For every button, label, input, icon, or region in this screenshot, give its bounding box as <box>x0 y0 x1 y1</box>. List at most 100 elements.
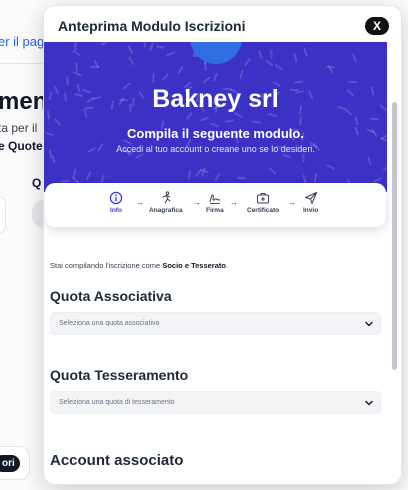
hero-pattern-dash <box>142 42 147 48</box>
info-icon <box>109 191 123 205</box>
hero-pattern-dash <box>187 170 192 180</box>
hero-pattern-dash <box>303 47 308 57</box>
hero-pattern-dash <box>236 176 247 180</box>
hero-pattern-dash <box>212 72 219 82</box>
modal-title: Anteprima Modulo Iscrizioni <box>58 18 246 34</box>
hero-pattern-dash <box>352 53 357 63</box>
compiling-prefix: Stai compilando l'iscrizione come <box>50 261 163 270</box>
hero-pattern-dash <box>72 49 81 57</box>
hero-pattern-dash <box>74 42 77 51</box>
hero-pattern-dash <box>265 59 274 67</box>
background-input[interactable] <box>0 197 6 233</box>
compiling-suffix: . <box>225 261 229 270</box>
hero-pattern-dash <box>51 154 56 164</box>
scrollbar-thumb[interactable] <box>392 102 397 370</box>
hero-pattern-dash <box>75 62 78 72</box>
steps-card: Info → Anagrafica → Firma → Certificato … <box>45 183 386 227</box>
quota-associativa-title: Quota Associativa <box>50 288 172 304</box>
medical-case-icon <box>257 193 270 204</box>
hero-pattern-dash <box>243 57 252 67</box>
hero-pattern-dash <box>152 73 155 83</box>
hero-pattern-dash <box>258 50 263 60</box>
step-label: Certificato <box>247 207 280 214</box>
hero-pattern-dash <box>239 69 244 79</box>
hero-pattern-dash <box>326 164 335 170</box>
close-button[interactable]: X <box>365 17 389 35</box>
select-placeholder: Seleziona una quota associativa <box>59 320 160 327</box>
arrow-right-icon: → <box>230 198 238 207</box>
modal-scroll-area[interactable]: Bakney srl Compila il seguente modulo. A… <box>44 42 401 484</box>
hero-pattern-dash <box>224 119 235 123</box>
hero-pattern-dash <box>149 42 154 52</box>
arrow-right-icon: → <box>288 198 296 207</box>
hero-pattern-dash <box>347 80 358 84</box>
modal-header: Anteprima Modulo Iscrizioni X <box>44 6 401 42</box>
hero-pattern-dash <box>373 177 382 183</box>
hero-pattern-dash <box>382 164 387 172</box>
hero-pattern-dash <box>214 172 221 182</box>
arrow-right-icon: → <box>193 198 201 207</box>
hero-pattern-dash <box>100 42 109 47</box>
step-label: Anagrafica <box>149 207 183 214</box>
background-label: Q <box>32 176 42 190</box>
hero-pattern-dash <box>177 65 184 75</box>
signature-icon <box>209 194 220 204</box>
hero-pattern-dash <box>202 76 211 84</box>
hero-pattern-dash <box>369 117 380 121</box>
company-name: Bakney srl <box>152 85 279 113</box>
hero-pattern-dash <box>281 153 292 159</box>
background-text-bold: e Quote <box>0 139 43 153</box>
chevron-down-icon <box>365 400 373 406</box>
step-label: Info <box>110 207 122 214</box>
hero-pattern-dash <box>127 45 134 55</box>
hero-pattern-dash <box>90 66 99 68</box>
hero-note: Accedi al tuo account o creane uno se lo… <box>116 144 315 154</box>
arrow-right-icon: → <box>136 198 144 207</box>
background-link[interactable]: er il pag <box>0 34 44 49</box>
hero-pattern-dash <box>251 120 262 124</box>
hero-pattern-dash <box>268 167 277 175</box>
hero-pattern-dash <box>270 49 273 59</box>
hero-banner: Bakney srl Compila il seguente modulo. A… <box>44 42 387 192</box>
hero-pattern-dash <box>161 72 170 82</box>
chevron-down-icon <box>365 321 373 327</box>
step-label: Firma <box>206 207 224 214</box>
hero-pattern-dash <box>72 71 83 77</box>
hero-subtitle: Compila il seguente modulo. <box>127 126 304 141</box>
step-label: Invio <box>303 207 319 214</box>
hero-pattern-dash <box>128 56 135 66</box>
step-firma[interactable]: Firma <box>206 191 224 214</box>
hero-pattern-dash <box>302 153 305 163</box>
logo-circle <box>190 42 242 64</box>
hero-pattern-dash <box>293 80 304 84</box>
hero-pattern-dash <box>155 45 166 49</box>
background-chip-button[interactable]: ori <box>0 455 20 472</box>
hero-pattern-dash <box>299 116 302 126</box>
hero-pattern-dash <box>325 65 336 69</box>
compiling-role: Socio e Tesserato <box>162 261 226 270</box>
step-anagrafica[interactable]: Anagrafica <box>149 191 183 214</box>
hero-pattern-dash <box>85 171 92 181</box>
send-icon <box>304 192 317 204</box>
preview-modal: Anteprima Modulo Iscrizioni X Bakney srl… <box>43 5 402 485</box>
hero-pattern-dash <box>199 116 210 122</box>
quota-tesseramento-select[interactable]: Seleziona una quota di tesseramento <box>50 391 381 414</box>
step-invio[interactable]: Invio <box>303 191 318 214</box>
account-associato-title: Account associato <box>50 452 184 469</box>
select-placeholder: Seleziona una quota di tesseramento <box>59 399 175 406</box>
quota-associativa-select[interactable]: Seleziona una quota associativa <box>50 312 381 335</box>
quota-tesseramento-title: Quota Tesseramento <box>50 367 189 383</box>
background-text: ta per il <box>0 121 38 135</box>
hero-pattern-dash <box>274 63 283 71</box>
compiling-notice: Stai compilando l'iscrizione come Socio … <box>50 261 228 270</box>
hero-pattern-dash <box>313 173 318 183</box>
hero-pattern-dash <box>165 51 176 57</box>
step-info[interactable]: Info <box>109 191 123 214</box>
hero-pattern-dash <box>72 168 77 178</box>
step-certificato[interactable]: Certificato <box>247 191 279 214</box>
person-running-icon <box>162 191 171 204</box>
hero-pattern-dash <box>367 156 372 166</box>
hero-pattern-dash <box>53 117 62 127</box>
hero-pattern-dash <box>293 53 298 63</box>
hero-pattern-dash <box>354 116 359 126</box>
